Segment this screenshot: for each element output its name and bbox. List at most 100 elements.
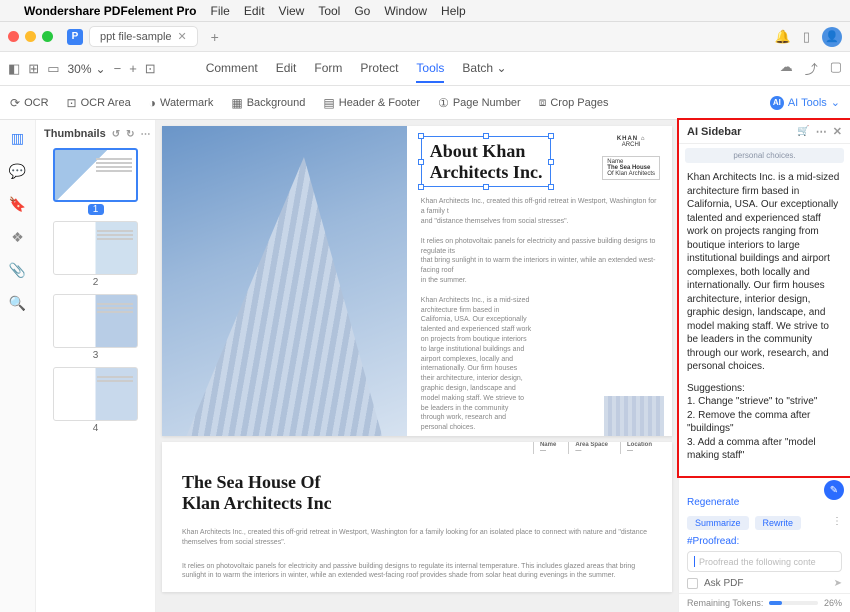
sidebar-toggle-icon[interactable]: ◧ <box>8 61 20 77</box>
header-footer-button[interactable]: ▤Header & Footer <box>323 96 420 110</box>
tokens-bar <box>769 601 818 605</box>
send-icon[interactable]: ➤ <box>834 578 842 589</box>
window-controls[interactable] <box>8 31 53 42</box>
background-button[interactable]: ▦Background <box>231 96 305 110</box>
page1-image <box>162 126 407 436</box>
thumbnail-2-label: 2 <box>44 277 147 288</box>
tab-close-icon[interactable]: ✕ <box>178 30 187 43</box>
minimize-window-icon[interactable] <box>25 31 36 42</box>
menu-edit[interactable]: Edit <box>244 4 265 18</box>
tab-title: ppt file-sample <box>100 31 172 43</box>
watermark-icon: ◑ <box>149 96 156 110</box>
ai-prompt-input[interactable]: Proofread the following conte <box>687 551 842 572</box>
page2-para1: Khan Architects Inc., created this off-g… <box>182 528 652 548</box>
document-canvas[interactable]: About Khan Architects Inc. KHAN ⌂ ARCHI … <box>156 120 678 612</box>
menu-tool[interactable]: Tool <box>318 4 340 18</box>
page-number-button[interactable]: ①Page Number <box>438 96 521 110</box>
summarize-chip[interactable]: Summarize <box>687 516 749 530</box>
search-rail-icon[interactable]: 🔍 <box>9 295 26 312</box>
regenerate-button[interactable]: Regenerate <box>687 497 739 508</box>
thumbnail-4-label: 4 <box>44 423 147 434</box>
cart-icon[interactable]: 🛒 <box>797 126 809 137</box>
selected-text-box[interactable]: About Khan Architects Inc. <box>421 136 552 187</box>
page2-title-l2: Klan Architects Inc <box>182 493 652 514</box>
ai-badge-icon: AI <box>770 96 784 110</box>
tab-form[interactable]: Form <box>314 55 342 83</box>
chips-more-icon[interactable]: ⋮ <box>832 516 842 530</box>
page1-para1: Khan Architects Inc., created this off-g… <box>421 197 658 226</box>
ai-response-text: Khan Architects Inc. is a mid-sized arch… <box>687 171 842 374</box>
ai-sidebar: AI Sidebar 🛒 ⋯ ✕ personal choices. Khan … <box>678 120 850 612</box>
zoom-in-icon[interactable]: + <box>129 61 137 76</box>
new-tab-button[interactable]: + <box>204 26 226 48</box>
page-number-icon: ① <box>438 96 449 110</box>
ai-float-button[interactable]: ✎ <box>824 480 844 500</box>
ai-sidebar-title: AI Sidebar <box>687 126 741 138</box>
macos-menubar: Wondershare PDFelement Pro File Edit Vie… <box>0 0 850 22</box>
tokens-percent: 26% <box>824 598 842 608</box>
bookmarks-rail-icon[interactable]: 🔖 <box>9 196 26 213</box>
ocr-area-button[interactable]: ⊡OCR Area <box>67 96 131 110</box>
page1-title-line2: Architects Inc. <box>430 162 543 183</box>
menu-file[interactable]: File <box>211 4 230 18</box>
ai-context-snippet: personal choices. <box>685 148 844 163</box>
tab-tools[interactable]: Tools <box>416 55 444 83</box>
tab-comment[interactable]: Comment <box>206 55 258 83</box>
thumbnail-1[interactable] <box>53 148 138 202</box>
ocr-button[interactable]: ⟳OCR <box>10 96 49 110</box>
comments-rail-icon[interactable]: 💬 <box>9 163 26 180</box>
thumbnail-2[interactable] <box>53 221 138 275</box>
thumbnail-4[interactable] <box>53 367 138 421</box>
rewrite-chip[interactable]: Rewrite <box>755 516 802 530</box>
user-avatar[interactable]: 👤 <box>822 27 842 47</box>
notifications-icon[interactable]: 🔔 <box>775 29 791 45</box>
thumbnails-rail-icon[interactable]: ▥ <box>11 130 24 147</box>
zoom-dropdown-icon[interactable]: ⌄ <box>96 62 106 76</box>
rotate-right-icon[interactable]: ↻ <box>126 129 134 140</box>
print-icon[interactable]: ▢ <box>830 59 842 78</box>
menu-view[interactable]: View <box>279 4 305 18</box>
tab-protect[interactable]: Protect <box>360 55 398 83</box>
tab-edit[interactable]: Edit <box>276 55 297 83</box>
page1-image2 <box>604 396 664 436</box>
menu-go[interactable]: Go <box>354 4 370 18</box>
zoom-out-icon[interactable]: − <box>114 61 122 76</box>
tokens-label: Remaining Tokens: <box>687 598 763 608</box>
ai-suggestion-2: 2. Remove the comma after "buildings" <box>687 409 842 436</box>
crop-pages-button[interactable]: ⧈Crop Pages <box>539 95 609 110</box>
page1-title-line1: About Khan <box>430 141 543 162</box>
share-icon[interactable]: ⤴ <box>805 59 818 78</box>
document-tab[interactable]: ppt file-sample ✕ <box>89 26 198 47</box>
tab-batch[interactable]: Batch ⌄ <box>462 55 506 83</box>
header-footer-icon: ▤ <box>323 96 334 110</box>
ai-close-icon[interactable]: ✕ <box>833 125 842 138</box>
ai-suggestion-3: 3. Add a comma after "model making staff… <box>687 436 842 463</box>
hand-tool-icon[interactable]: ⊡ <box>145 61 156 77</box>
rotate-left-icon[interactable]: ↺ <box>112 129 120 140</box>
maximize-window-icon[interactable] <box>42 31 53 42</box>
ai-tools-button[interactable]: AI AI Tools ⌄ <box>770 96 840 110</box>
menu-window[interactable]: Window <box>384 4 427 18</box>
layers-rail-icon[interactable]: ❖ <box>11 229 24 246</box>
attachments-rail-icon[interactable]: 📎 <box>9 262 26 279</box>
zoom-control[interactable]: 30% ⌄ <box>68 62 106 76</box>
grid-view-icon[interactable]: ⊞ <box>28 61 39 77</box>
thumbnail-3[interactable] <box>53 294 138 348</box>
ai-more-icon[interactable]: ⋯ <box>816 125 827 138</box>
app-name[interactable]: Wondershare PDFelement Pro <box>24 4 197 18</box>
thumbnails-more-icon[interactable]: ⋯ <box>141 129 151 140</box>
page-2: Name— Area Space— Location— The Sea Hous… <box>162 442 672 592</box>
close-window-icon[interactable] <box>8 31 19 42</box>
app-logo-icon: P <box>67 29 83 45</box>
ask-pdf-label: Ask PDF <box>704 578 743 589</box>
thumbnail-1-label: 1 <box>88 204 104 215</box>
crop-icon: ⧈ <box>539 95 547 110</box>
mobile-icon[interactable]: ▯ <box>803 29 810 45</box>
menu-help[interactable]: Help <box>441 4 466 18</box>
book-view-icon[interactable]: ▭ <box>47 61 59 77</box>
left-rail: ▥ 💬 🔖 ❖ 📎 🔍 <box>0 120 36 612</box>
page2-para2: It relies on photovoltaic panels for ele… <box>182 562 652 582</box>
cloud-icon[interactable]: ☁ <box>780 59 793 78</box>
watermark-button[interactable]: ◑Watermark <box>149 96 214 110</box>
ask-pdf-checkbox[interactable] <box>687 578 698 589</box>
